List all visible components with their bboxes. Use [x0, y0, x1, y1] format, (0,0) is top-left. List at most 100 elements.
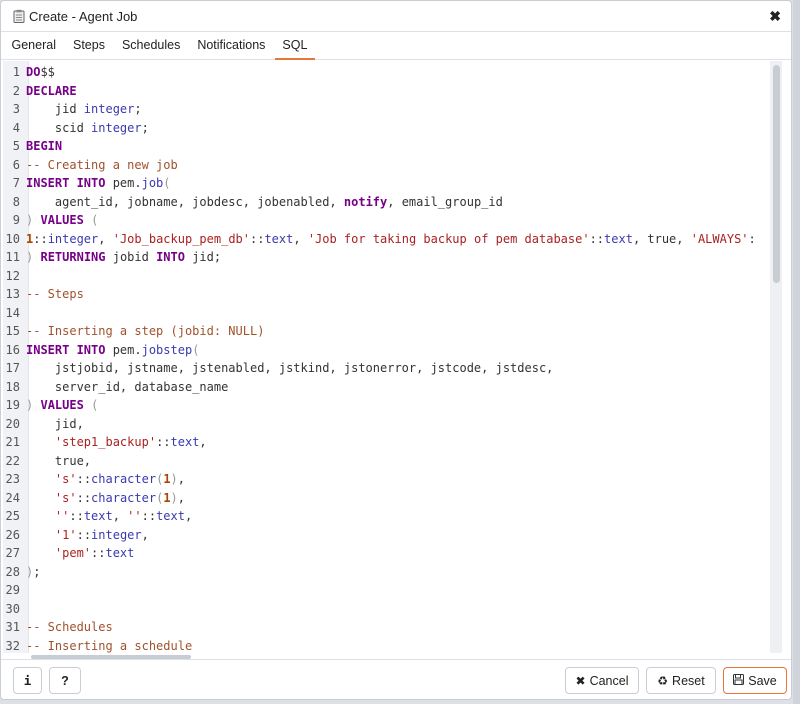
line-number: 11 [5, 250, 20, 264]
line-code: ); [26, 563, 40, 582]
code-line: 2 DECLARE [3, 82, 756, 101]
line-number: 4 [12, 120, 20, 135]
tab-steps[interactable]: Steps [64, 32, 113, 59]
code-token: -- Creating a new job [26, 157, 178, 172]
tab-schedules[interactable]: Schedules [113, 32, 188, 59]
line-number: 23 [5, 472, 20, 486]
code-token: jid; [184, 250, 222, 264]
line-number: 22 [5, 453, 20, 468]
code-token: ; [141, 120, 149, 135]
line-code: BEGIN [26, 137, 62, 156]
code-token: true, [26, 453, 92, 468]
code-token: , [177, 490, 186, 505]
line-number: 2 [12, 83, 20, 98]
code-token: 'Job_backup_pem_db' [112, 231, 250, 246]
line-code: 'pem'::text [26, 544, 134, 563]
code-token: -- Schedules [26, 620, 113, 634]
code-line: 16 INSERT INTO pem.jobstep( [3, 341, 756, 360]
tab-bar: General Steps Schedules Notifications SQ… [1, 32, 791, 60]
code-token: , [199, 435, 207, 449]
line-number: 30 [5, 601, 20, 616]
code-token: :: [91, 546, 106, 560]
code-token: DO [26, 65, 41, 79]
code-token: ) [170, 472, 178, 486]
code-token: , [293, 231, 308, 246]
code-token: -- Inserting a step (jobid: NULL) [26, 324, 265, 338]
vertical-scrollbar-thumb[interactable] [773, 65, 780, 283]
sql-editor[interactable]: 1 DO$$ 2 DECLARE 3 jid integer; 4 scid intege… [3, 61, 769, 653]
line-number: 17 [5, 361, 20, 375]
line-code: jstjobid, jstname, jstenabled, jstkind, … [26, 359, 554, 378]
code-token: ( [192, 342, 200, 357]
line-code: INSERT INTO pem.jobstep( [26, 341, 199, 360]
code-line: 32 -- Inserting a schedule [3, 637, 756, 654]
reset-button[interactable]: ♻ Reset [646, 667, 716, 694]
code-token: jid, [26, 416, 84, 431]
code-line: 25 ''::text, ''::text, [3, 507, 756, 526]
code-token: text [83, 509, 113, 523]
cancel-label: Cancel [589, 673, 629, 688]
line-number: 26 [5, 527, 20, 542]
code-token: , [184, 509, 193, 523]
line-code: -- Schedules [26, 618, 113, 637]
code-line: 27 'pem'::text [3, 544, 756, 563]
code-token: ( [163, 176, 171, 190]
code-token: integer [83, 102, 135, 116]
line-code: '1'::integer, [26, 526, 149, 545]
code-token: 1 [163, 490, 171, 505]
code-line: 12 [3, 267, 756, 286]
line-code: DO$$ [26, 63, 55, 82]
code-token: 'Job for taking backup of pem database' [307, 231, 590, 246]
code-line: 4 scid integer; [3, 119, 756, 138]
code-line: 22 true, [3, 452, 756, 471]
code-token: scid [26, 120, 92, 135]
page-scrollbar[interactable] [793, 0, 800, 704]
code-token: '' [127, 509, 142, 523]
code-token: 1 [163, 472, 171, 486]
code-token: '' [54, 509, 70, 523]
code-token: BEGIN [26, 139, 63, 153]
tab-general[interactable]: General [3, 32, 64, 59]
code-line: 7 INSERT INTO pem.job( [3, 174, 756, 193]
info-button[interactable]: i [13, 667, 42, 694]
code-token: jobid [105, 250, 157, 264]
code-line: 15 -- Inserting a step (jobid: NULL) [3, 322, 756, 341]
code-line: 13 -- Steps [3, 285, 756, 304]
close-icon[interactable]: ✖ [767, 8, 783, 25]
code-token: 'pem' [54, 546, 92, 560]
line-number: 24 [5, 490, 20, 505]
code-token: job [141, 176, 164, 190]
line-code: scid integer; [26, 119, 149, 138]
code-token: VALUES [40, 398, 84, 412]
tab-sql[interactable]: SQL [274, 32, 316, 60]
code-token: :: [141, 509, 157, 523]
code-token: INSERT INTO [26, 176, 106, 190]
code-token: integer [91, 527, 142, 542]
code-line: 8 agent_id, jobname, jobdesc, jobenabled… [3, 193, 756, 212]
code-token: ; [33, 564, 41, 579]
code-token: : [748, 231, 756, 246]
dialog-titlebar[interactable]: Create - Agent Job ✖ [1, 1, 791, 32]
line-number: 8 [12, 194, 20, 209]
cancel-button[interactable]: ✖ Cancel [565, 667, 639, 694]
line-number: 27 [5, 546, 20, 560]
close-icon: ✖ [575, 673, 586, 688]
code-token: , email_group_id [387, 194, 503, 209]
line-number: 19 [5, 398, 20, 412]
code-token: DECLARE [26, 83, 77, 98]
code-token: :: [589, 231, 605, 246]
tab-notifications[interactable]: Notifications [189, 32, 274, 59]
code-token: integer [47, 231, 99, 246]
code-line: 26 '1'::integer, [3, 526, 756, 545]
line-number: 9 [12, 213, 20, 227]
help-button[interactable]: ? [49, 667, 81, 694]
code-token: integer [91, 120, 142, 135]
line-number: 1 [12, 65, 20, 79]
save-icon [733, 673, 745, 688]
line-number: 14 [5, 305, 20, 320]
code-line: 3 jid integer; [3, 100, 756, 119]
save-button[interactable]: Save [723, 667, 787, 694]
